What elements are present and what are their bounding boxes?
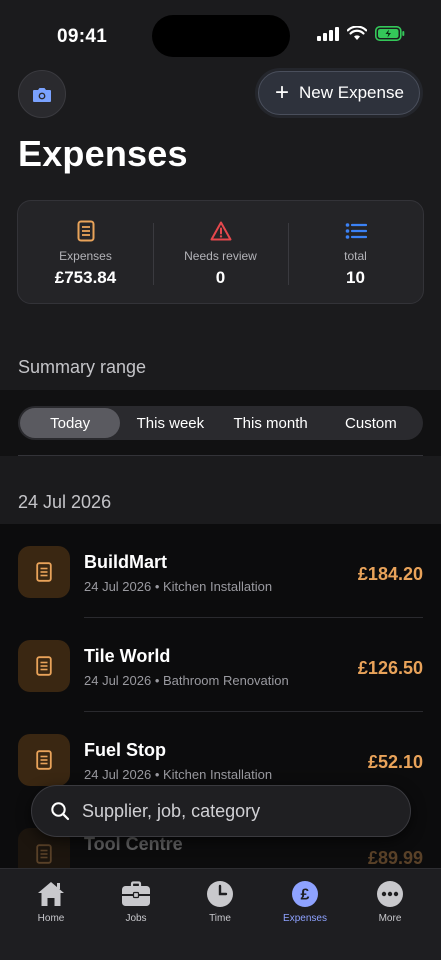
- stat-value: £753.84: [54, 268, 117, 287]
- warning-icon: [210, 219, 232, 243]
- stat-value: 0: [215, 268, 226, 287]
- dynamic-island: [152, 15, 290, 57]
- tab-more[interactable]: More: [355, 879, 425, 924]
- expense-amount: £184.20: [357, 564, 423, 584]
- pound-icon: £: [291, 879, 319, 909]
- page-title: Expenses: [18, 133, 188, 174]
- tab-home[interactable]: Home: [16, 879, 86, 924]
- svg-text:£: £: [301, 887, 310, 904]
- expense-supplier: Fuel Stop: [84, 740, 166, 760]
- expense-supplier: Tool Centre: [84, 834, 183, 854]
- list-icon: [345, 219, 367, 243]
- search-input[interactable]: [82, 800, 382, 822]
- new-expense-label: New Expense: [299, 83, 404, 102]
- expense-details: 24 Jul 2026 • Bathroom Renovation: [84, 673, 289, 688]
- expense-supplier: Tile World: [84, 646, 171, 666]
- battery-icon: [375, 26, 405, 41]
- tab-expenses[interactable]: £ Expenses: [270, 879, 340, 924]
- receipt-icon: [18, 546, 70, 598]
- tab-bar: Home Jobs Time £ Expenses More: [0, 868, 441, 960]
- receipt-icon: [77, 219, 95, 243]
- scan-receipt-button[interactable]: [18, 70, 66, 118]
- expense-details: 24 Jul 2026 • Kitchen Installation: [84, 579, 273, 594]
- segment-this-month[interactable]: This month: [221, 408, 321, 438]
- expense-details: 24 Jul 2026 • Kitchen Installation: [84, 767, 273, 782]
- stat-needs-review[interactable]: Needs review 0: [153, 201, 288, 303]
- tab-jobs[interactable]: Jobs: [101, 879, 171, 924]
- stat-total[interactable]: total 10: [288, 201, 423, 303]
- summary-range-control: Today This week This month Custom: [18, 406, 423, 440]
- stat-label: Needs review: [184, 249, 257, 263]
- stats-card: Expenses £753.84 Needs review 0 total 10: [17, 200, 424, 304]
- expense-amount: £126.50: [357, 658, 423, 678]
- expense-amount: £52.10: [367, 752, 423, 772]
- tab-label: Expenses: [283, 913, 327, 924]
- receipt-icon: [18, 640, 70, 692]
- status-icons: [317, 26, 405, 41]
- tab-label: Time: [209, 913, 231, 924]
- summary-range-bar: Today This week This month Custom: [0, 390, 441, 456]
- status-bar: 09:41: [0, 0, 441, 62]
- tab-label: Home: [37, 913, 65, 924]
- segment-this-week[interactable]: This week: [120, 408, 220, 438]
- receipt-icon: [18, 734, 70, 786]
- date-group-header: 24 Jul 2026: [18, 492, 112, 512]
- plus-icon: +: [275, 79, 290, 106]
- stat-label: Expenses: [59, 249, 112, 263]
- wifi-icon: [347, 26, 367, 40]
- new-expense-button[interactable]: + New Expense: [258, 71, 420, 115]
- expense-amount: £89.99: [367, 848, 423, 868]
- stat-label: total: [344, 249, 367, 263]
- tab-label: Jobs: [125, 913, 147, 924]
- status-time: 09:41: [57, 26, 108, 47]
- search-icon: [51, 802, 70, 821]
- expense-supplier: BuildMart: [84, 552, 167, 572]
- segment-today[interactable]: Today: [20, 408, 121, 438]
- briefcase-icon: [121, 879, 151, 909]
- stat-expenses[interactable]: Expenses £753.84: [18, 201, 153, 303]
- divider: [18, 455, 423, 456]
- tab-time[interactable]: Time: [185, 879, 255, 924]
- stat-value: 10: [346, 268, 365, 287]
- signal-icon: [317, 26, 339, 41]
- search-bar[interactable]: [31, 785, 411, 837]
- expense-row[interactable]: BuildMart 24 Jul 2026 • Kitchen Installa…: [0, 524, 441, 618]
- expense-row[interactable]: Tile World 24 Jul 2026 • Bathroom Renova…: [0, 618, 441, 712]
- segment-custom[interactable]: Custom: [321, 408, 421, 438]
- more-icon: [376, 879, 404, 909]
- clock-icon: [206, 879, 234, 909]
- camera-icon: [33, 87, 51, 102]
- home-icon: [36, 879, 66, 909]
- summary-range-label: Summary range: [18, 357, 147, 377]
- tab-label: More: [378, 913, 402, 924]
